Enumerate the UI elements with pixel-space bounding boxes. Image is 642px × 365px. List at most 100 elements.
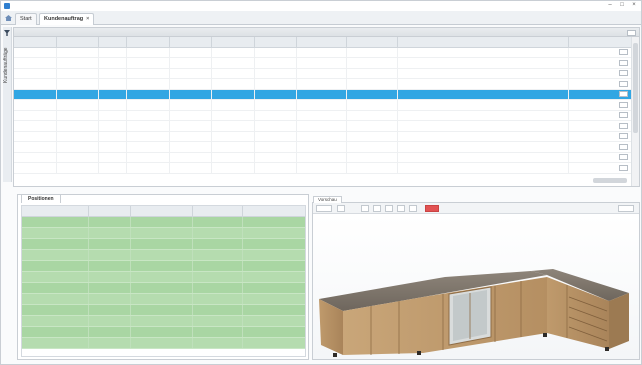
list-item[interactable] <box>22 227 305 239</box>
orders-column-header[interactable] <box>254 37 297 48</box>
orders-column-header[interactable] <box>14 37 57 48</box>
positions-column-header[interactable] <box>130 206 193 217</box>
table-cell <box>126 152 170 163</box>
list-item[interactable] <box>22 271 305 283</box>
row-checkbox[interactable] <box>619 112 628 119</box>
checkbox-icon[interactable] <box>627 29 636 36</box>
tab-positions[interactable]: Positionen <box>21 194 61 203</box>
row-checkbox[interactable] <box>619 59 628 66</box>
table-cell <box>98 47 128 58</box>
tab-kundenauftrag[interactable]: Kundenauftrag × <box>39 13 95 25</box>
table-cell <box>397 152 570 163</box>
table-row[interactable] <box>14 47 639 58</box>
table-cell <box>56 131 100 142</box>
table-cell <box>192 304 243 316</box>
view-select[interactable] <box>316 205 332 212</box>
table-row[interactable] <box>14 57 639 69</box>
tab-preview[interactable]: Vorschau <box>313 196 342 203</box>
close-tab-icon[interactable]: × <box>86 14 89 25</box>
orders-column-header[interactable] <box>296 37 348 48</box>
table-row[interactable] <box>14 141 639 153</box>
orders-column-header[interactable] <box>211 37 255 48</box>
scroll-thumb[interactable] <box>633 43 638 133</box>
table-cell <box>192 271 243 283</box>
table-cell <box>98 152 128 163</box>
table-row[interactable] <box>14 120 639 132</box>
orders-column-header[interactable] <box>98 37 128 48</box>
row-checkbox[interactable] <box>619 49 628 56</box>
list-item[interactable] <box>22 337 305 349</box>
zoom-select[interactable] <box>618 205 634 212</box>
table-cell <box>130 282 193 294</box>
table-row[interactable] <box>14 89 639 100</box>
alert-button[interactable] <box>425 205 439 212</box>
toolbar-button[interactable] <box>337 205 345 212</box>
row-checkbox[interactable] <box>619 164 628 171</box>
positions-column-header[interactable] <box>88 206 131 217</box>
kitchen-3d-view[interactable] <box>313 215 639 359</box>
row-checkbox[interactable] <box>619 133 628 140</box>
table-row[interactable] <box>14 99 639 111</box>
list-item[interactable] <box>22 282 305 294</box>
orders-column-header[interactable] <box>169 37 213 48</box>
row-checkbox[interactable] <box>619 91 628 98</box>
toolbar-button[interactable] <box>397 205 405 212</box>
table-cell <box>568 89 639 100</box>
table-row[interactable] <box>14 152 639 163</box>
table-row[interactable] <box>14 110 639 121</box>
positions-column-header[interactable] <box>242 206 305 217</box>
table-cell <box>56 152 100 163</box>
tab-start[interactable]: Start <box>15 13 37 25</box>
table-row[interactable] <box>14 68 639 79</box>
toolbar-button[interactable] <box>385 205 393 212</box>
list-item[interactable] <box>22 260 305 272</box>
table-cell <box>88 293 131 305</box>
list-item[interactable] <box>22 304 305 316</box>
orders-vertical-scrollbar[interactable] <box>631 37 639 186</box>
table-cell <box>211 131 255 142</box>
table-cell <box>22 304 89 316</box>
home-icon[interactable] <box>5 15 12 21</box>
row-checkbox[interactable] <box>619 154 628 161</box>
row-checkbox[interactable] <box>619 122 628 129</box>
orders-column-header[interactable] <box>346 37 398 48</box>
toolbar-button[interactable] <box>361 205 369 212</box>
close-window-icon[interactable]: × <box>630 2 638 9</box>
table-cell <box>254 110 297 121</box>
table-cell <box>22 326 89 338</box>
toolbar-button[interactable] <box>373 205 381 212</box>
orders-column-header[interactable] <box>56 37 100 48</box>
list-item[interactable] <box>22 315 305 327</box>
table-cell <box>88 227 131 239</box>
list-item[interactable] <box>22 293 305 305</box>
table-cell <box>14 141 57 153</box>
list-item[interactable] <box>22 238 305 250</box>
list-item[interactable] <box>22 249 305 261</box>
app-logo-icon <box>4 3 10 9</box>
table-row[interactable] <box>14 131 639 142</box>
table-row[interactable] <box>14 78 639 90</box>
filter-icon[interactable] <box>4 30 10 36</box>
table-cell <box>254 141 297 153</box>
row-checkbox[interactable] <box>619 101 628 108</box>
table-cell <box>192 260 243 272</box>
list-item[interactable] <box>22 326 305 338</box>
orders-column-header[interactable] <box>397 37 570 48</box>
table-cell <box>192 282 243 294</box>
orders-column-header[interactable] <box>126 37 170 48</box>
row-checkbox[interactable] <box>619 80 628 87</box>
positions-column-header[interactable] <box>192 206 243 217</box>
side-strip-label[interactable]: Kundenaufträge <box>3 47 12 83</box>
toolbar-button[interactable] <box>409 205 417 212</box>
table-cell <box>346 162 398 174</box>
orders-horizontal-scrollbar[interactable] <box>593 178 627 183</box>
row-checkbox[interactable] <box>619 70 628 77</box>
row-checkbox[interactable] <box>619 143 628 150</box>
minimize-icon[interactable]: – <box>606 2 614 9</box>
list-item[interactable] <box>22 216 305 228</box>
table-cell <box>192 249 243 261</box>
maximize-icon[interactable]: □ <box>618 2 626 9</box>
orders-column-header[interactable] <box>568 37 639 48</box>
table-row[interactable] <box>14 162 639 174</box>
positions-column-header[interactable] <box>22 206 89 217</box>
